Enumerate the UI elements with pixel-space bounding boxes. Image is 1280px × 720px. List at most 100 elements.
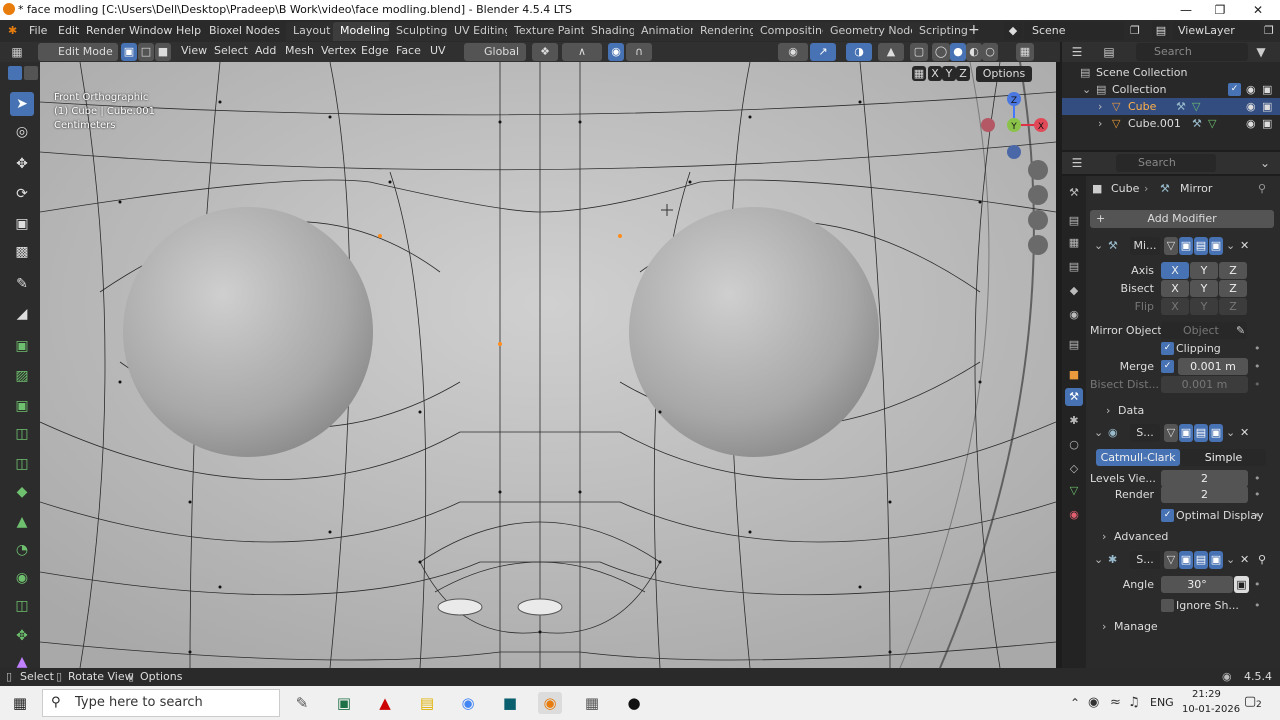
remove-modifier-icon[interactable]: ✕ bbox=[1240, 239, 1249, 252]
axis-y-toggle[interactable]: Y bbox=[1190, 262, 1218, 279]
extrude-tool-icon[interactable]: ▨ bbox=[10, 364, 34, 388]
mirror-object-field[interactable]: Object bbox=[1161, 322, 1247, 339]
render-display-icon[interactable]: ▣ bbox=[1209, 424, 1223, 442]
select-box-tool-icon[interactable]: ➤ bbox=[10, 92, 34, 116]
tray-chevron-icon[interactable]: ⌃ bbox=[1070, 696, 1080, 710]
minimize-icon[interactable]: — bbox=[1168, 0, 1204, 20]
tab-scripting[interactable]: Scripting bbox=[912, 22, 975, 41]
shrink-fatten-tool-icon[interactable]: ✥ bbox=[10, 624, 34, 648]
mirror-x-toggle[interactable]: X bbox=[928, 66, 942, 81]
expand-icon[interactable]: › bbox=[1106, 404, 1110, 417]
solid-shading-icon[interactable]: ● bbox=[950, 43, 966, 61]
task-view-icon[interactable]: ✎ bbox=[290, 692, 314, 714]
add-modifier-button[interactable]: Add Modifier bbox=[1090, 210, 1274, 228]
collapse-icon[interactable]: ⌄ bbox=[1094, 239, 1103, 252]
ignore-sharpness-checkbox[interactable] bbox=[1161, 599, 1174, 612]
display-mode-icon[interactable]: ▤ bbox=[1100, 43, 1118, 61]
maximize-icon[interactable]: ❐ bbox=[1202, 0, 1238, 20]
mesh-overlay-icon[interactable]: ▲ bbox=[878, 43, 904, 61]
keyframe-dot-icon[interactable]: • bbox=[1254, 342, 1261, 355]
tray-volume-icon[interactable]: ♫ bbox=[1128, 695, 1140, 710]
remove-modifier-icon[interactable]: ✕ bbox=[1240, 553, 1249, 566]
mirror-z-toggle[interactable]: Z bbox=[956, 66, 970, 81]
eye-icon[interactable]: ◉ bbox=[1246, 115, 1256, 132]
zoom-icon[interactable] bbox=[1028, 160, 1048, 180]
blender-menu-icon[interactable]: ✱ bbox=[8, 24, 17, 37]
rendered-shading-icon[interactable]: ○ bbox=[982, 43, 998, 61]
dropdown-icon[interactable]: ⌄ bbox=[1226, 553, 1235, 566]
inset-tool-icon[interactable]: ▣ bbox=[10, 394, 34, 418]
menu-render[interactable]: Render bbox=[86, 24, 125, 37]
optimal-display-checkbox[interactable]: ✓ bbox=[1161, 509, 1174, 522]
pan-hand-icon[interactable] bbox=[1028, 185, 1048, 205]
visibility-icon[interactable]: ◉ bbox=[778, 43, 808, 61]
flip-x-toggle[interactable]: X bbox=[1161, 298, 1189, 315]
tree-item-cube-001[interactable]: › ▽ Cube.001 ⚒ ▽ ◉ ▣ bbox=[1062, 115, 1280, 132]
merge-distance-field[interactable]: 0.001 m bbox=[1178, 358, 1248, 375]
mode-selector[interactable]: Edit Mode bbox=[38, 43, 118, 61]
bisect-x-toggle[interactable]: X bbox=[1161, 280, 1189, 297]
constraints-tab-icon[interactable]: ◇ bbox=[1065, 460, 1083, 478]
eyedropper-icon[interactable]: ✎ bbox=[1236, 324, 1245, 337]
tool-tab-icon[interactable]: ⚒ bbox=[1065, 184, 1083, 202]
smooth-tool-icon[interactable]: ◉ bbox=[10, 566, 34, 590]
blender-taskbar-icon[interactable]: ◉ bbox=[538, 692, 562, 714]
menu-add[interactable]: Add bbox=[255, 44, 276, 57]
menu-bioxel-nodes[interactable]: Bioxel Nodes bbox=[209, 24, 280, 37]
render-tab-icon[interactable]: ▤ bbox=[1065, 212, 1083, 230]
axis-z-toggle[interactable]: Z bbox=[1219, 262, 1247, 279]
falloff-icon[interactable]: ∩ bbox=[626, 43, 652, 61]
keyframe-dot-icon[interactable]: • bbox=[1254, 509, 1261, 522]
modifier-tab-icon[interactable]: ⚒ bbox=[1065, 388, 1083, 406]
menu-edge[interactable]: Edge bbox=[361, 44, 389, 57]
vertex-select-icon[interactable]: ▣ bbox=[121, 43, 137, 61]
tray-network-icon[interactable]: ◉ bbox=[1088, 695, 1099, 710]
expand-icon[interactable]: › bbox=[1098, 115, 1102, 132]
tab-modeling[interactable]: Modeling bbox=[333, 22, 398, 41]
edit-cage-icon[interactable]: ▽ bbox=[1164, 237, 1178, 255]
axis-x-toggle[interactable]: X bbox=[1161, 262, 1189, 279]
cursor-tool-icon[interactable]: ◎ bbox=[10, 120, 34, 144]
rotate-tool-icon[interactable]: ⟳ bbox=[10, 182, 34, 206]
flip-y-toggle[interactable]: Y bbox=[1190, 298, 1218, 315]
keyframe-dot-icon[interactable]: • bbox=[1254, 378, 1261, 391]
menu-help[interactable]: Help bbox=[176, 24, 201, 37]
expand-icon[interactable]: › bbox=[1102, 620, 1106, 633]
particles-tab-icon[interactable]: ✱ bbox=[1065, 412, 1083, 430]
dropdown-icon[interactable]: ⌄ bbox=[1226, 426, 1235, 439]
loop-cut-tool-icon[interactable]: ◫ bbox=[10, 452, 34, 476]
acrobat-icon[interactable]: ▲ bbox=[373, 692, 397, 714]
render-levels-field[interactable]: 2 bbox=[1161, 486, 1248, 503]
close-window-icon[interactable]: ✕ bbox=[1240, 0, 1276, 20]
mirror-y-toggle[interactable]: Y bbox=[942, 66, 956, 81]
knife-tool-icon[interactable]: ◆ bbox=[10, 480, 34, 504]
overlay-toggle-icon[interactable]: ◑ bbox=[846, 43, 872, 61]
measure-tool-icon[interactable]: ◢ bbox=[10, 302, 34, 326]
material-shading-icon[interactable]: ◐ bbox=[966, 43, 982, 61]
edit-cage-icon[interactable]: ▽ bbox=[1164, 424, 1178, 442]
obs-icon[interactable]: ● bbox=[622, 692, 646, 714]
mirror-name-field[interactable]: Mi... bbox=[1130, 237, 1160, 255]
edge-slide-tool-icon[interactable]: ◫ bbox=[10, 594, 34, 618]
bevel-tool-icon[interactable]: ◫ bbox=[10, 422, 34, 446]
pin-icon[interactable]: ⚲ bbox=[1258, 182, 1266, 195]
angle-socket-icon[interactable]: ▣ bbox=[1234, 576, 1249, 593]
3d-viewport[interactable]: X Z Y Front Orthographic (1) Cube | Cube… bbox=[40, 62, 1056, 668]
menu-mesh[interactable]: Mesh bbox=[285, 44, 314, 57]
levels-viewport-field[interactable]: 2 bbox=[1161, 470, 1248, 487]
menu-face[interactable]: Face bbox=[396, 44, 421, 57]
view-layer-options-icon[interactable]: ❐ bbox=[1264, 24, 1274, 37]
properties-options-icon[interactable]: ⌄ bbox=[1256, 154, 1274, 172]
snap-icon[interactable]: ∧ bbox=[562, 43, 602, 61]
keyframe-dot-icon[interactable]: • bbox=[1254, 578, 1261, 591]
tab-layout[interactable]: Layout bbox=[286, 22, 338, 41]
render-display-icon[interactable]: ▣ bbox=[1209, 237, 1223, 255]
properties-editor-icon[interactable]: ☰ bbox=[1068, 154, 1086, 172]
keyframe-dot-icon[interactable]: • bbox=[1254, 472, 1261, 485]
manage-subpanel-label[interactable]: Manage bbox=[1114, 620, 1158, 633]
catmull-clark-button[interactable]: Catmull-Clark bbox=[1096, 449, 1180, 466]
poly-build-tool-icon[interactable]: ▲ bbox=[10, 510, 34, 534]
scale-tool-icon[interactable]: ▣ bbox=[10, 212, 34, 236]
scene-options-icon[interactable]: ❐ bbox=[1130, 24, 1140, 37]
bisect-z-toggle[interactable]: Z bbox=[1219, 280, 1247, 297]
